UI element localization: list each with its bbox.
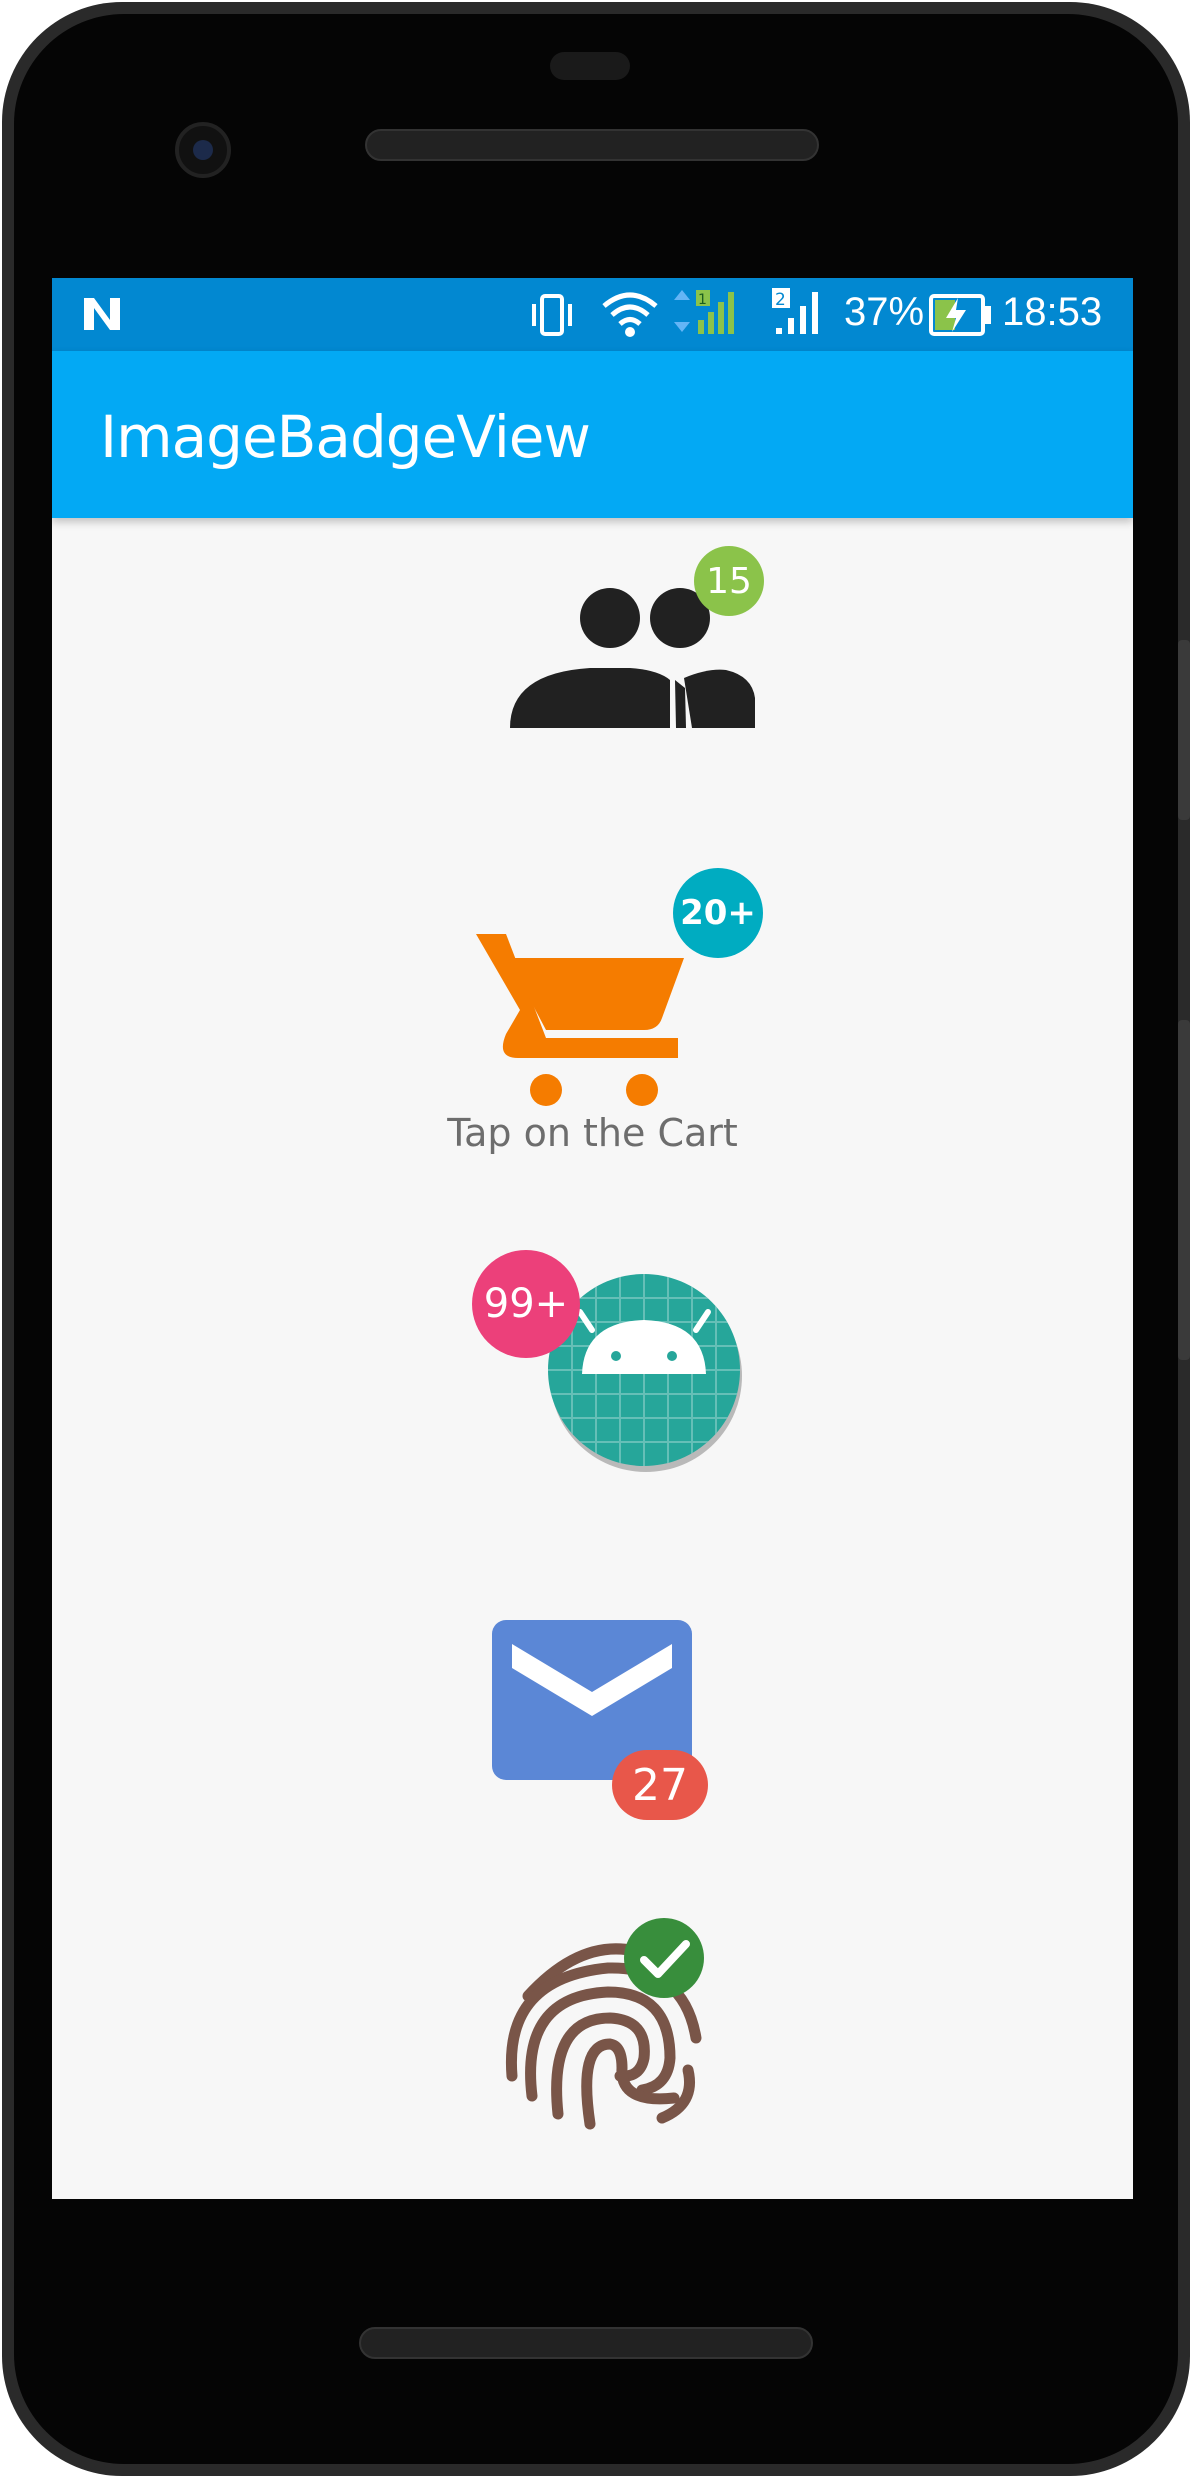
status-bar: 1 2 37% 18:53: [52, 278, 1133, 351]
fingerprint-badge-item[interactable]: [492, 1908, 752, 2168]
battery-percent: 37%: [844, 290, 925, 334]
people-count-badge: 15: [694, 546, 764, 616]
people-badge-item[interactable]: 15: [480, 528, 780, 768]
sim2-label: 2: [775, 290, 786, 310]
cart-caption: Tap on the Cart: [447, 1111, 738, 1155]
vibrate-icon: [532, 294, 572, 336]
android-count-badge: 99+: [472, 1250, 580, 1358]
screen: 1 2 37% 18:53 ImageBadgeView 15 20+ Tap …: [52, 278, 1133, 2199]
app-title: ImageBadgeView: [100, 403, 591, 471]
sim1-label: 1: [698, 292, 707, 308]
phone-device: 1 2 37% 18:53 ImageBadgeView 15 20+ Tap …: [0, 0, 1194, 2480]
sim2-signal-icon: 2: [772, 288, 818, 334]
sim1-signal-icon: 1: [674, 290, 734, 334]
mail-count-badge: 27: [612, 1750, 708, 1820]
placeholder: [674, 1146, 762, 1234]
fingerprint-icon: [505, 1943, 702, 2130]
app-bar: ImageBadgeView: [52, 351, 1133, 518]
wifi-icon: [602, 292, 658, 337]
check-badge: [624, 1918, 704, 1998]
n-letter-icon: [84, 298, 120, 330]
status-time: 18:53: [1002, 290, 1103, 334]
cart-count-badge: 20+: [673, 868, 763, 958]
battery-charging-icon: [929, 294, 991, 336]
